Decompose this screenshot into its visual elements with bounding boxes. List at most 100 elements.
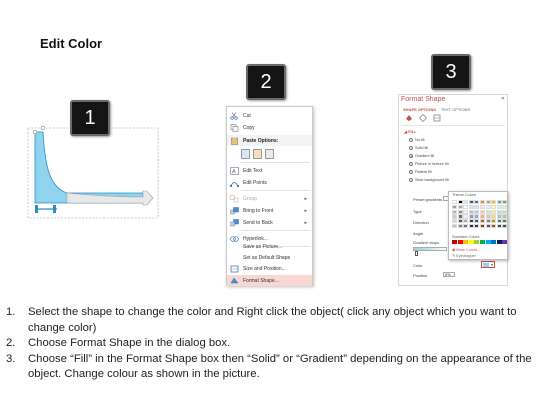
color-swatch[interactable] <box>468 214 474 219</box>
menu-item-bring-to-front[interactable]: Bring to Front ▸ <box>227 205 312 216</box>
radio-pattern-fill[interactable]: Pattern fill <box>409 169 432 175</box>
color-swatch[interactable] <box>474 200 480 205</box>
menu-item-cut[interactable]: Cut <box>227 110 312 121</box>
size-properties-icon[interactable] <box>433 114 441 122</box>
color-picker-button[interactable]: ▾ <box>481 261 495 268</box>
color-swatch[interactable] <box>485 209 491 214</box>
menu-item-edit-points[interactable]: Edit Points <box>227 177 312 188</box>
color-swatch[interactable] <box>485 200 491 205</box>
color-swatch[interactable] <box>468 223 474 229</box>
blue-curve-shape[interactable] <box>34 131 144 204</box>
menu-item-group[interactable]: Group ▸ <box>227 193 312 204</box>
paste-picture-icon[interactable] <box>253 149 262 159</box>
color-swatch[interactable] <box>452 200 457 205</box>
tab-text-options[interactable]: TEXT OPTIONS <box>441 107 470 112</box>
color-swatch[interactable] <box>502 240 508 245</box>
color-swatch[interactable] <box>496 204 502 209</box>
color-swatch[interactable] <box>474 204 480 209</box>
color-swatch[interactable] <box>468 200 474 205</box>
color-swatch[interactable] <box>457 240 463 245</box>
color-swatch[interactable] <box>452 240 457 245</box>
color-swatch[interactable] <box>496 219 502 224</box>
gradient-stop-handle[interactable] <box>415 251 418 256</box>
color-swatch[interactable] <box>491 200 497 205</box>
menu-item-send-to-back[interactable]: Send to Back ▸ <box>227 217 312 228</box>
color-swatch[interactable] <box>496 200 502 205</box>
color-swatch[interactable] <box>452 204 457 209</box>
color-swatch[interactable] <box>474 214 480 219</box>
color-swatch[interactable] <box>452 209 457 214</box>
radio-gradient-fill[interactable]: Gradient fill <box>409 153 434 159</box>
color-swatch[interactable] <box>468 240 474 245</box>
color-swatch[interactable] <box>452 214 457 219</box>
color-swatch[interactable] <box>485 223 491 229</box>
color-swatch[interactable] <box>502 209 508 214</box>
fill-line-icon[interactable] <box>405 114 413 122</box>
rotate-handle-icon[interactable] <box>40 125 46 131</box>
color-swatch[interactable] <box>474 240 480 245</box>
color-swatch[interactable] <box>479 209 485 214</box>
radio-button[interactable] <box>409 138 413 142</box>
color-swatch[interactable] <box>496 214 502 219</box>
more-colors-button[interactable]: ◉ More Colors... <box>452 247 480 252</box>
effects-icon[interactable] <box>419 114 427 122</box>
color-swatch[interactable] <box>474 209 480 214</box>
close-icon[interactable]: ✕ <box>501 96 505 102</box>
menu-item-save-as-picture[interactable]: Save as Picture... <box>227 241 312 252</box>
color-swatch[interactable] <box>468 209 474 214</box>
radio-picture-fill[interactable]: Picture or texture fill <box>409 161 449 167</box>
position-input[interactable]: 0% <box>443 272 455 277</box>
menu-item-edit-text[interactable]: A Edit Text <box>227 165 312 176</box>
color-swatch[interactable] <box>474 219 480 224</box>
color-swatch[interactable] <box>502 204 508 209</box>
color-swatch[interactable] <box>496 223 502 229</box>
selected-shape[interactable] <box>27 125 160 220</box>
color-swatch[interactable] <box>463 219 469 224</box>
color-swatch[interactable] <box>502 223 508 229</box>
radio-button-selected[interactable] <box>409 154 413 158</box>
color-swatch[interactable] <box>463 209 469 214</box>
color-swatch[interactable] <box>474 223 480 229</box>
radio-no-fill[interactable]: No fill <box>409 137 425 143</box>
radio-solid-fill[interactable]: Solid fill <box>409 145 428 151</box>
color-swatch[interactable] <box>491 240 497 245</box>
color-swatch[interactable] <box>491 204 497 209</box>
color-swatch[interactable] <box>491 214 497 219</box>
color-swatch[interactable] <box>479 240 485 245</box>
color-swatch[interactable] <box>463 223 469 229</box>
radio-button[interactable] <box>409 146 413 150</box>
color-swatch[interactable] <box>463 204 469 209</box>
color-swatch[interactable] <box>491 209 497 214</box>
color-swatch[interactable] <box>457 223 463 229</box>
color-swatch[interactable] <box>479 214 485 219</box>
menu-item-set-default-shape[interactable]: Set as Default Shape <box>227 252 312 263</box>
color-swatch[interactable] <box>468 204 474 209</box>
color-swatch[interactable] <box>491 223 497 229</box>
paste-text-icon[interactable] <box>265 149 274 159</box>
tab-shape-options[interactable]: SHAPE OPTIONS <box>403 107 436 112</box>
color-swatch[interactable] <box>502 219 508 224</box>
color-swatch[interactable] <box>485 240 491 245</box>
color-swatch[interactable] <box>463 214 469 219</box>
color-swatch[interactable] <box>457 209 463 214</box>
color-swatch[interactable] <box>468 219 474 224</box>
color-swatch[interactable] <box>479 200 485 205</box>
color-swatch[interactable] <box>463 200 469 205</box>
menu-item-format-shape[interactable]: Format Shape... <box>227 275 312 286</box>
eyedropper-button[interactable]: ✎ Eyedropper <box>452 253 476 258</box>
resize-handle-icon[interactable] <box>32 129 38 135</box>
color-swatch[interactable] <box>457 219 463 224</box>
radio-button[interactable] <box>409 178 413 182</box>
color-swatch[interactable] <box>502 200 508 205</box>
menu-item-size-position[interactable]: Size and Position... <box>227 263 312 274</box>
gradient-stops-bar[interactable] <box>413 247 447 251</box>
color-swatch[interactable] <box>479 219 485 224</box>
radio-slide-background-fill[interactable]: Slide background fill <box>409 177 449 183</box>
paste-keep-source-icon[interactable] <box>241 149 250 159</box>
color-swatch[interactable] <box>502 214 508 219</box>
color-swatch[interactable] <box>457 214 463 219</box>
radio-button[interactable] <box>409 162 413 166</box>
color-swatch[interactable] <box>485 219 491 224</box>
color-swatch[interactable] <box>457 204 463 209</box>
fill-section-header[interactable]: ◢ FILL <box>404 129 417 134</box>
